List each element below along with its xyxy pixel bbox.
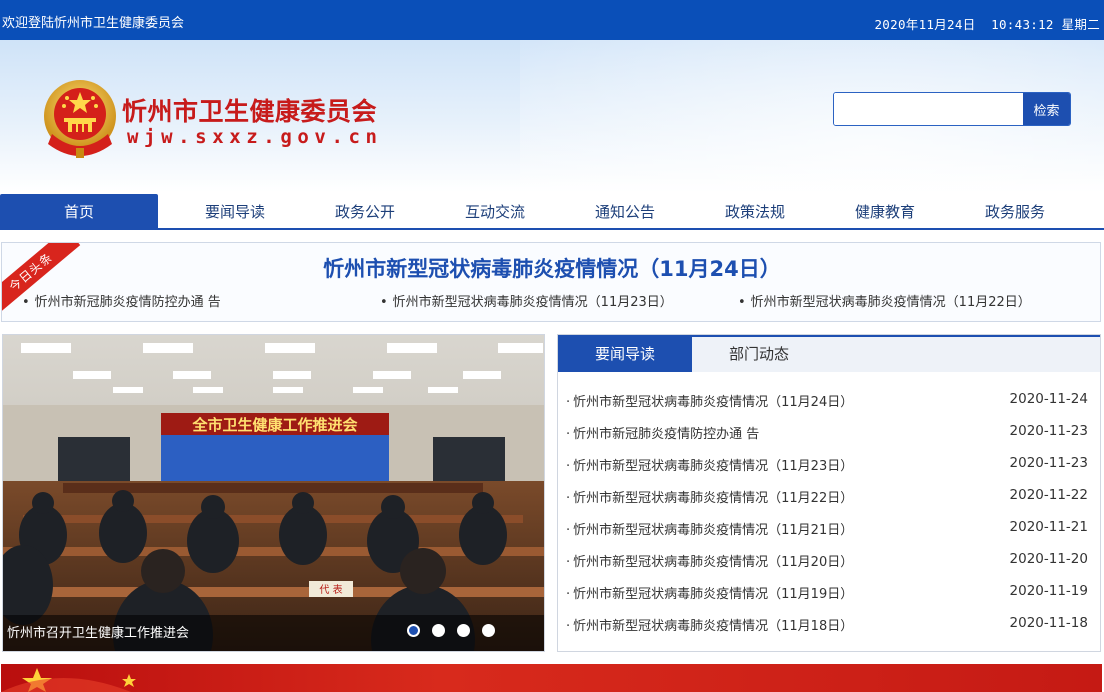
nav-item-policies[interactable]: 政策法规 — [690, 194, 820, 228]
search-box: 检索 — [833, 92, 1071, 126]
site-title[interactable]: 忻州市卫生健康委员会 — [122, 92, 377, 128]
news-date: 2020-11-18 — [1009, 615, 1088, 631]
search-input[interactable] — [834, 93, 1024, 125]
site-header: 忻州市卫生健康委员会 wjw.sxxz.gov.cn 检索 — [0, 40, 1104, 192]
nav-item-interaction[interactable]: 互动交流 — [430, 194, 560, 228]
news-title[interactable]: 忻州市新型冠状病毒肺炎疫情情况（11月18日） — [566, 615, 853, 634]
nav-item-government-services[interactable]: 政务服务 — [950, 194, 1080, 228]
slider-dot[interactable] — [407, 624, 420, 637]
news-title[interactable]: 忻州市新型冠状病毒肺炎疫情情况（11月23日） — [566, 455, 853, 474]
list-item[interactable]: 忻州市新型冠状病毒肺炎疫情情况（11月19日） 2020-11-19 — [566, 579, 1092, 611]
meeting-banner-text: 全市卫生健康工作推进会 — [191, 416, 357, 434]
welcome-text: 欢迎登陆忻州市卫生健康委员会 — [2, 16, 185, 31]
tab-news-guide[interactable]: 要闻导读 — [558, 337, 692, 372]
news-title[interactable]: 忻州市新型冠状病毒肺炎疫情情况（11月22日） — [566, 487, 853, 506]
list-item[interactable]: 忻州市新型冠状病毒肺炎疫情情况（11月22日） 2020-11-22 — [566, 483, 1092, 515]
news-date: 2020-11-22 — [1009, 487, 1088, 503]
news-list: 忻州市新型冠状病毒肺炎疫情情况（11月24日） 2020-11-24 忻州市新冠肺… — [566, 387, 1092, 643]
news-date: 2020-11-23 — [1009, 423, 1088, 439]
top-bar: 欢迎登陆忻州市卫生健康委员会 2020年11月24日 10:43:12 星期二 — [0, 0, 1104, 40]
news-date: 2020-11-21 — [1009, 519, 1088, 535]
news-title[interactable]: 忻州市新型冠状病毒肺炎疫情情况（11月21日） — [566, 519, 853, 538]
news-date: 2020-11-20 — [1009, 551, 1088, 567]
bottom-banner[interactable] — [1, 664, 1102, 692]
slider-dot[interactable] — [432, 624, 445, 637]
news-date: 2020-11-24 — [1009, 391, 1088, 407]
nav-item-home[interactable]: 首页 — [0, 194, 158, 228]
headline-link[interactable]: 忻州市新型冠状病毒肺炎疫情情况（11月22日） — [738, 291, 1031, 310]
news-title[interactable]: 忻州市新型冠状病毒肺炎疫情情况（11月19日） — [566, 583, 853, 602]
delegate-placard-text: 代 表 — [319, 583, 342, 596]
headline-title[interactable]: 忻州市新型冠状病毒肺炎疫情情况（11月24日） — [2, 253, 1100, 283]
list-item[interactable]: 忻州市新型冠状病毒肺炎疫情情况（11月21日） 2020-11-21 — [566, 515, 1092, 547]
banner-decoration — [1, 668, 136, 692]
list-item[interactable]: 忻州市新冠肺炎疫情防控办通 告 2020-11-23 — [566, 419, 1092, 451]
list-item[interactable]: 忻州市新型冠状病毒肺炎疫情情况（11月20日） 2020-11-20 — [566, 547, 1092, 579]
current-date: 2020年11月24日 — [874, 17, 976, 32]
slider-dot[interactable] — [457, 624, 470, 637]
headline-box: 今日头条 忻州市新型冠状病毒肺炎疫情情况（11月24日） 忻州市新冠肺炎疫情防控… — [1, 242, 1101, 322]
main-nav: 首页 要闻导读 政务公开 互动交流 通知公告 政策法规 健康教育 政务服务 — [0, 192, 1104, 230]
news-tabs: 要闻导读 部门动态 — [558, 335, 1100, 372]
nav-item-news-guide[interactable]: 要闻导读 — [170, 194, 300, 228]
list-item[interactable]: 忻州市新型冠状病毒肺炎疫情情况（11月24日） 2020-11-24 — [566, 387, 1092, 419]
slider-dot[interactable] — [482, 624, 495, 637]
list-item[interactable]: 忻州市新型冠状病毒肺炎疫情情况（11月18日） 2020-11-18 — [566, 611, 1092, 643]
photo-slider[interactable]: 全市卫生健康工作推进会 代 表 忻州市召开卫生健康工作推进会 — [2, 334, 545, 652]
news-title[interactable]: 忻州市新型冠状病毒肺炎疫情情况（11月20日） — [566, 551, 853, 570]
news-panel: 要闻导读 部门动态 忻州市新型冠状病毒肺炎疫情情况（11月24日） 2020-11… — [557, 334, 1101, 652]
current-datetime: 2020年11月24日 10:43:12 星期二 — [874, 14, 1100, 33]
news-date: 2020-11-19 — [1009, 583, 1088, 599]
news-date: 2020-11-23 — [1009, 455, 1088, 471]
national-emblem-icon[interactable] — [42, 78, 118, 160]
headline-link[interactable]: 忻州市新型冠状病毒肺炎疫情情况（11月23日） — [380, 291, 673, 310]
slider-dots — [407, 622, 507, 641]
current-weekday: 星期二 — [1061, 17, 1100, 32]
headline-link[interactable]: 忻州市新冠肺炎疫情防控办通 告 — [22, 291, 221, 310]
current-time: 10:43:12 — [991, 17, 1054, 32]
site-url[interactable]: wjw.sxxz.gov.cn — [127, 126, 383, 148]
search-button[interactable]: 检索 — [1023, 93, 1070, 125]
nav-item-notices[interactable]: 通知公告 — [560, 194, 690, 228]
nav-item-government-affairs[interactable]: 政务公开 — [300, 194, 430, 228]
list-item[interactable]: 忻州市新型冠状病毒肺炎疫情情况（11月23日） 2020-11-23 — [566, 451, 1092, 483]
tab-department-news[interactable]: 部门动态 — [692, 337, 826, 372]
nav-item-health-education[interactable]: 健康教育 — [820, 194, 950, 228]
meeting-photo: 全市卫生健康工作推进会 代 表 — [3, 335, 544, 651]
news-title[interactable]: 忻州市新型冠状病毒肺炎疫情情况（11月24日） — [566, 391, 853, 410]
news-title[interactable]: 忻州市新冠肺炎疫情防控办通 告 — [566, 423, 759, 442]
photo-caption[interactable]: 忻州市召开卫生健康工作推进会 — [7, 622, 189, 641]
